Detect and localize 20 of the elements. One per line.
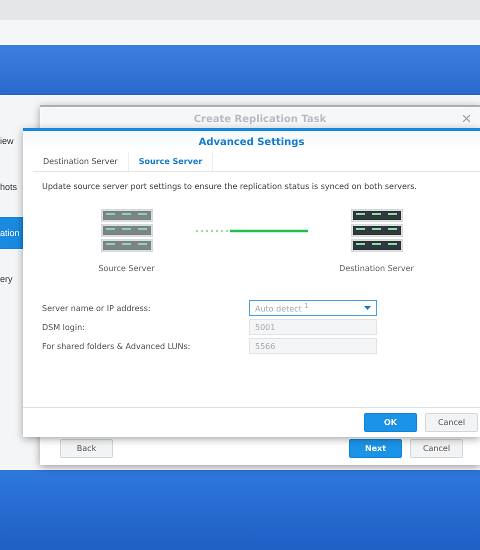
tab[interactable]: Destination Server (33, 152, 129, 171)
dialog-title: Advanced Settings (23, 128, 480, 152)
server-icon (350, 209, 402, 254)
close-icon[interactable] (463, 115, 470, 122)
wizard-button[interactable]: Cancel (410, 439, 463, 458)
server-label: Source Server (98, 264, 155, 273)
server-icon (100, 209, 152, 254)
wizard-button[interactable]: Back (60, 439, 113, 458)
sidebar-item[interactable]: ery (0, 263, 23, 295)
field-label: Server name or IP address: (42, 304, 152, 312)
sidebar-item[interactable]: hots (0, 171, 23, 203)
dialog-button[interactable]: Cancel (425, 413, 478, 432)
field-label: For shared folders & Advanced LUNs: (42, 342, 192, 350)
caret-icon (364, 306, 371, 310)
sidebar-item[interactable]: ation (0, 217, 23, 249)
tab[interactable]: Source Server (128, 152, 214, 171)
field-label: DSM login: (42, 322, 86, 332)
description-text: Update source server port settings to ensure the replication status is synced on both servers. (41, 181, 418, 191)
sidebar-item[interactable]: iew (0, 125, 23, 157)
server-label: Destination Server (339, 264, 414, 273)
